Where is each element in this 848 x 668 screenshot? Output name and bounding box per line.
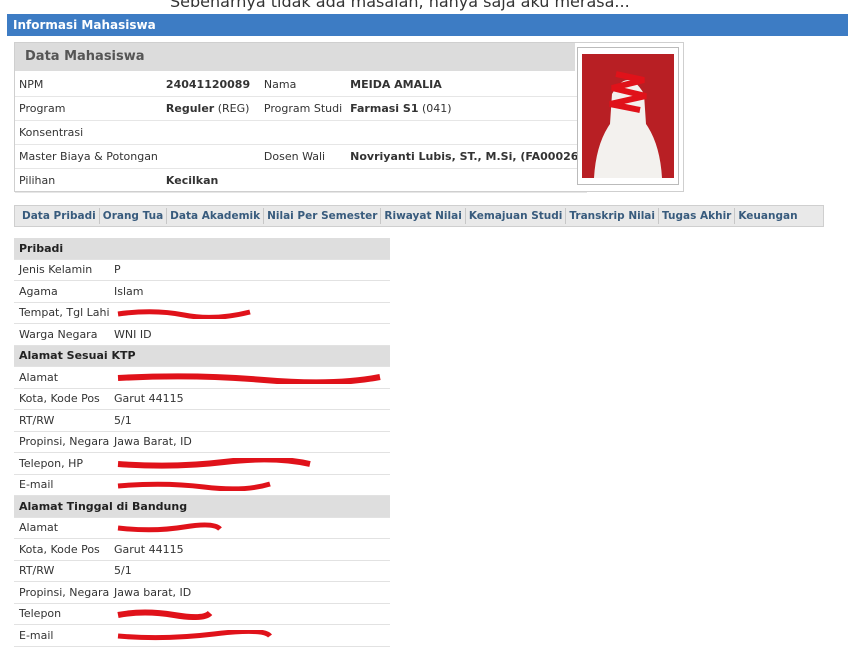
- row-value: Jawa barat, ID: [109, 581, 390, 604]
- program-value: Reguler: [165, 102, 215, 115]
- konsentrasi-row: Konsentrasi: [15, 120, 588, 145]
- pilihan-label: Pilihan: [15, 168, 162, 193]
- program-code: (REG): [217, 102, 250, 115]
- table-row: RT/RW 5/1: [14, 560, 390, 582]
- row-value: Garut 44115: [109, 538, 390, 561]
- npm-label: NPM: [15, 73, 162, 97]
- section-header-ktp: Alamat Sesuai KTP: [14, 345, 390, 367]
- data-mahasiswa-heading: Data Mahasiswa: [15, 43, 575, 71]
- redacted-value: [109, 452, 390, 475]
- prodi-value: Farmasi S1: [350, 102, 419, 115]
- top-caption-strip: Sebenarnya tidak ada masalah, hanya saja…: [0, 0, 848, 14]
- row-value: Islam: [109, 280, 390, 303]
- row-label: Propinsi, Negara: [14, 431, 109, 453]
- row-label: Alamat: [14, 517, 109, 539]
- table-row: Telepon, HP: [14, 452, 390, 475]
- row-label: Propinsi, Negara: [14, 581, 109, 604]
- top-caption: Sebenarnya tidak ada masalah, hanya saja…: [170, 0, 630, 11]
- row-label: Agama: [14, 280, 109, 303]
- table-row: Kota, Kode Pos Garut 44115: [14, 388, 390, 410]
- tab-kemajuan-studi[interactable]: Kemajuan Studi: [466, 210, 566, 222]
- row-label: Telepon: [14, 603, 109, 625]
- program-cell: Reguler (REG): [161, 96, 260, 121]
- table-row: E-mail: [14, 624, 390, 647]
- row-value: Garut 44115: [109, 388, 390, 410]
- row-label: E-mail: [14, 474, 109, 496]
- student-photo: [582, 54, 674, 178]
- student-photo-frame: [577, 47, 679, 185]
- tab-data-pribadi[interactable]: Data Pribadi: [19, 210, 99, 222]
- row-label: Telepon, HP: [14, 452, 109, 475]
- row-label: Warga Negara: [14, 323, 109, 346]
- program-row: Program Reguler (REG) Program Studi Farm…: [15, 96, 588, 121]
- prodi-code: (041): [421, 102, 452, 115]
- row-value: 5/1: [109, 409, 390, 432]
- table-row: Warga Negara WNI ID: [14, 323, 390, 346]
- prodi-label: Program Studi: [259, 96, 347, 121]
- table-row: Telepon: [14, 603, 390, 625]
- table-row: Alamat: [14, 517, 390, 539]
- tab-riwayat-nilai[interactable]: Riwayat Nilai: [381, 210, 464, 222]
- table-row: Tempat, Tgl Lahir: [14, 302, 390, 324]
- info-table: Pribadi Jenis Kelamin P Agama Islam Tempat…: [14, 238, 390, 647]
- table-row: E-mail: [14, 474, 390, 496]
- dosen-label: Dosen Wali: [259, 144, 347, 169]
- row-label: Alamat: [14, 366, 109, 389]
- row-label: Jenis Kelamin: [14, 259, 109, 281]
- row-label: Kota, Kode Pos: [14, 538, 109, 561]
- row-value: 5/1: [109, 560, 390, 582]
- tab-tugas-akhir[interactable]: Tugas Akhir: [659, 210, 734, 222]
- row-value: P: [109, 259, 390, 281]
- tab-orang-tua[interactable]: Orang Tua: [100, 210, 166, 222]
- data-mahasiswa-panel: Data Mahasiswa NPM 24041120089 Nama MEID…: [14, 42, 684, 193]
- row-label: Tempat, Tgl Lahir: [14, 302, 109, 324]
- npm-value: 24041120089: [161, 73, 260, 97]
- redacted-value: [109, 366, 390, 389]
- table-row: Propinsi, Negara Jawa barat, ID: [14, 581, 390, 604]
- biaya-row: Master Biaya & Potongan Dosen Wali Novri…: [15, 144, 588, 169]
- tab-nilai-per-semester[interactable]: Nilai Per Semester: [264, 210, 380, 222]
- redacted-value: [109, 624, 390, 647]
- section-title: Alamat Tinggal di Bandung: [14, 495, 390, 518]
- table-row: Alamat: [14, 366, 390, 389]
- row-label: Kota, Kode Pos: [14, 388, 109, 410]
- section-title: Alamat Sesuai KTP: [14, 345, 390, 367]
- nama-label: Nama: [259, 73, 347, 97]
- row-label: RT/RW: [14, 560, 109, 582]
- table-row: Jenis Kelamin P: [14, 259, 390, 281]
- prodi-cell: Farmasi S1 (041): [346, 96, 588, 121]
- pilihan-row: Pilihan Kecilkan: [15, 168, 588, 193]
- data-mahasiswa-table: NPM 24041120089 Nama MEIDA AMALIA Progra…: [15, 73, 588, 193]
- npm-row: NPM 24041120089 Nama MEIDA AMALIA: [15, 73, 588, 97]
- section-title: Pribadi: [14, 238, 390, 260]
- dosen-value: Novriyanti Lubis, ST., M.Si, (FA00026): [346, 144, 588, 169]
- nama-value: MEIDA AMALIA: [346, 73, 588, 97]
- row-label: E-mail: [14, 624, 109, 647]
- section-header-bandung: Alamat Tinggal di Bandung: [14, 495, 390, 518]
- table-row: Kota, Kode Pos Garut 44115: [14, 538, 390, 561]
- redacted-value: [109, 603, 390, 625]
- program-label: Program: [15, 96, 162, 121]
- section-header-pribadi: Pribadi: [14, 238, 390, 260]
- table-row: Agama Islam: [14, 280, 390, 303]
- tab-keuangan[interactable]: Keuangan: [735, 210, 800, 222]
- pilihan-toggle[interactable]: Kecilkan: [161, 168, 260, 193]
- tab-data-akademik[interactable]: Data Akademik: [167, 210, 263, 222]
- redacted-value: [109, 302, 390, 324]
- row-label: RT/RW: [14, 409, 109, 432]
- row-value: Jawa Barat, ID: [109, 431, 390, 453]
- konsentrasi-label: Konsentrasi: [15, 120, 162, 145]
- window-title: Informasi Mahasiswa: [7, 14, 848, 36]
- tab-transkrip-nilai[interactable]: Transkrip Nilai: [566, 210, 658, 222]
- row-value: WNI ID: [109, 323, 390, 346]
- redacted-value: [109, 474, 390, 496]
- biaya-label: Master Biaya & Potongan: [15, 144, 162, 169]
- table-row: Propinsi, Negara Jawa Barat, ID: [14, 431, 390, 453]
- table-row: RT/RW 5/1: [14, 409, 390, 432]
- redacted-value: [109, 517, 390, 539]
- tab-bar: Data Pribadi Orang Tua Data Akademik Nil…: [14, 205, 824, 227]
